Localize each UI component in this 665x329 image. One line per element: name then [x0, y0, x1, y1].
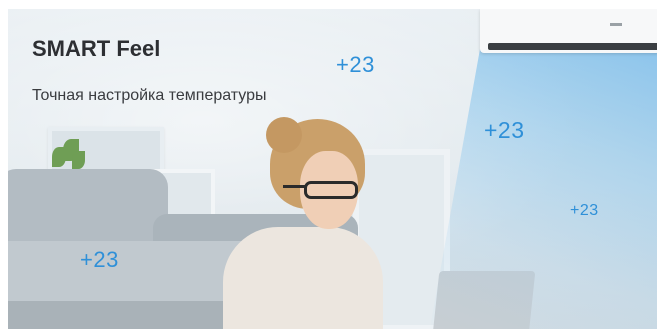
temperature-label: +23	[336, 52, 375, 77]
woman-hair-bun	[266, 117, 302, 153]
temperature-label: +23	[80, 247, 119, 272]
glasses-arm	[283, 185, 305, 188]
woman-sweater	[223, 227, 383, 329]
smart-feel-banner: SMART Feel Точная настройка температуры …	[0, 0, 665, 329]
banner-title: SMART Feel	[32, 36, 161, 61]
banner-subtitle: Точная настройка температуры	[32, 87, 267, 104]
air-conditioner-logo	[610, 23, 622, 26]
temperature-label: +23	[484, 117, 525, 143]
glasses-icon	[304, 181, 358, 199]
air-conditioner-vent	[488, 43, 657, 50]
temperature-label: +23	[570, 202, 599, 219]
plant-leaf-icon	[72, 151, 85, 169]
sofa-base	[8, 301, 258, 329]
